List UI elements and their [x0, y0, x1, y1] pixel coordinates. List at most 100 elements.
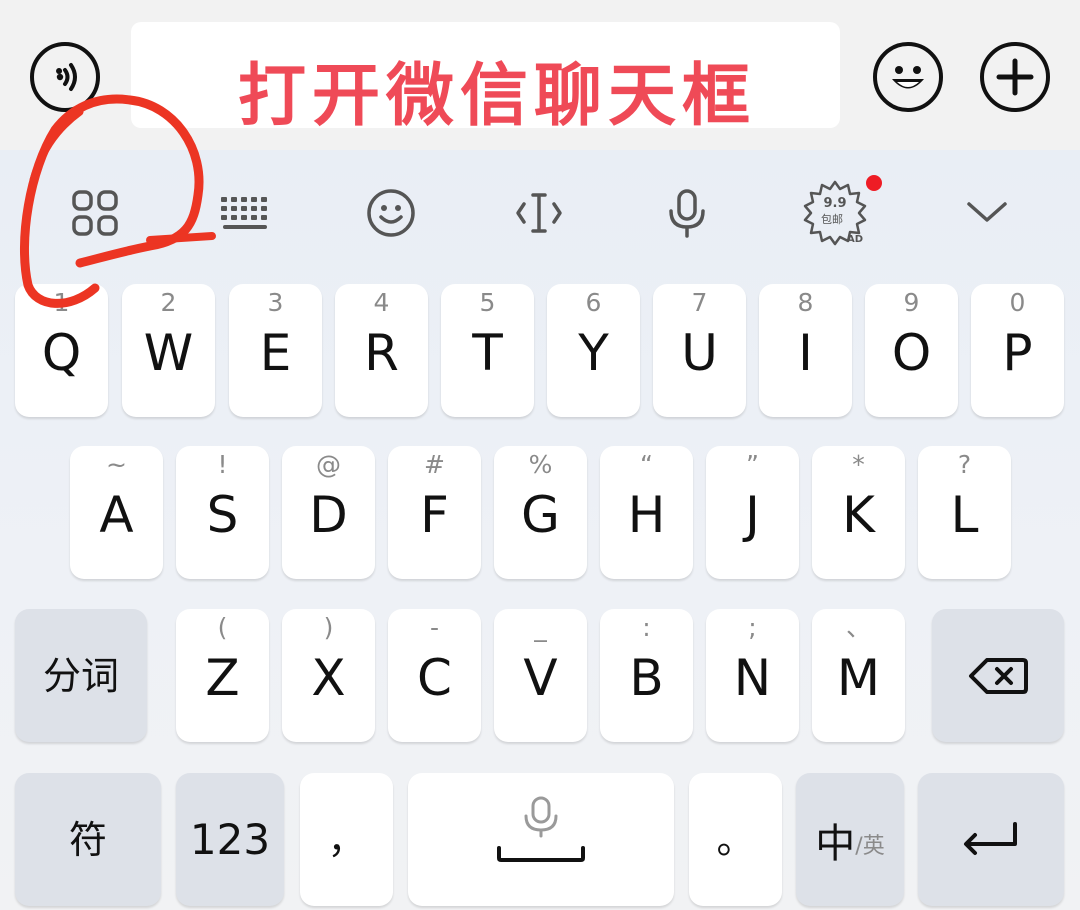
key-label: C — [417, 649, 452, 707]
key-label: G — [521, 486, 560, 544]
key-hint: 1 — [53, 288, 70, 317]
key-hint: 3 — [267, 288, 284, 317]
key-label: B — [629, 649, 664, 707]
key-label: Z — [205, 649, 240, 707]
key-hint: ; — [748, 613, 757, 642]
language-toggle-key[interactable]: 中/英 — [796, 773, 904, 906]
toolbar-emoji-button[interactable] — [356, 178, 426, 248]
comma-key-label: ， — [327, 817, 366, 862]
keyboard-icon — [221, 197, 267, 229]
key-hint: : — [642, 613, 651, 642]
space-bar-icon — [497, 796, 585, 862]
key-r[interactable]: 4 R — [335, 284, 428, 417]
enter-key[interactable] — [918, 773, 1064, 906]
symbols-key[interactable]: 符 — [15, 773, 161, 906]
key-label: Q — [41, 324, 82, 382]
key-hint: # — [424, 450, 445, 479]
text-cursor-icon — [516, 193, 562, 233]
backspace-key[interactable] — [932, 609, 1064, 742]
chat-input-bar: 打开微信聊天框 — [0, 0, 1080, 150]
toolbar-apps-button[interactable] — [60, 178, 130, 248]
key-e[interactable]: 3 E — [229, 284, 322, 417]
toolbar-voice-button[interactable] — [652, 178, 722, 248]
enter-key-content — [918, 773, 1064, 906]
key-p[interactable]: 0 P — [971, 284, 1064, 417]
key-c[interactable]: - C — [388, 609, 481, 742]
key-d[interactable]: @ D — [282, 446, 375, 579]
toolbar-cursor-button[interactable] — [504, 178, 574, 248]
key-label: H — [627, 486, 666, 544]
key-label: D — [309, 486, 348, 544]
key-z[interactable]: ( Z — [176, 609, 269, 742]
key-hint: _ — [534, 613, 547, 642]
key-label: F — [420, 486, 449, 544]
key-label: A — [99, 486, 134, 544]
key-hint: ” — [746, 450, 759, 479]
key-hint: ? — [957, 450, 972, 479]
notification-dot — [866, 175, 882, 191]
key-hint: 6 — [585, 288, 602, 317]
toolbar-collapse-button[interactable] — [952, 178, 1022, 248]
symbols-key-label: 符 — [68, 817, 107, 862]
key-hint: ) — [323, 613, 334, 642]
key-hint: @ — [316, 450, 341, 479]
key-v[interactable]: _ V — [494, 609, 587, 742]
key-u[interactable]: 7 U — [653, 284, 746, 417]
key-h[interactable]: “ H — [600, 446, 693, 579]
key-label: S — [206, 486, 239, 544]
key-hint: % — [528, 450, 553, 479]
toolbar-keyboard-button[interactable] — [208, 178, 278, 248]
key-l[interactable]: ? L — [918, 446, 1011, 579]
key-s[interactable]: ! S — [176, 446, 269, 579]
ad-badge-label: AD — [847, 234, 863, 245]
key-n[interactable]: ; N — [706, 609, 799, 742]
key-hint: “ — [640, 450, 653, 479]
key-hint: 9 — [903, 288, 920, 317]
microphone-icon — [669, 189, 705, 238]
period-key[interactable]: 。 — [689, 773, 782, 906]
key-label: U — [681, 324, 718, 382]
key-label: J — [745, 486, 760, 544]
segment-key[interactable]: 分词 — [15, 609, 147, 742]
toolbar-ad-button[interactable]: 9.9 包邮 AD — [800, 178, 870, 248]
key-i[interactable]: 8 I — [759, 284, 852, 417]
language-secondary: /英 — [855, 833, 885, 859]
numbers-key[interactable]: 123 — [176, 773, 284, 906]
key-label: P — [1002, 324, 1033, 382]
key-f[interactable]: # F — [388, 446, 481, 579]
key-a[interactable]: ~ A — [70, 446, 163, 579]
ad-badge-text: 包邮 — [821, 213, 843, 226]
key-hint: 7 — [691, 288, 708, 317]
voice-toggle-button[interactable] — [30, 42, 100, 112]
key-g[interactable]: % G — [494, 446, 587, 579]
ad-badge-price: 9.9 — [823, 196, 846, 211]
key-hint: ~ — [106, 450, 127, 479]
collapse-chevron-icon — [967, 202, 1007, 222]
annotation-caption: 打开微信聊天框 — [238, 57, 757, 136]
key-label: N — [733, 649, 772, 707]
key-x[interactable]: ) X — [282, 609, 375, 742]
language-toggle-content: 中/英 — [796, 773, 904, 906]
space-key[interactable] — [408, 773, 674, 906]
key-t[interactable]: 5 T — [441, 284, 534, 417]
key-y[interactable]: 6 Y — [547, 284, 640, 417]
key-j[interactable]: ” J — [706, 446, 799, 579]
backspace-key-content — [932, 609, 1064, 742]
key-o[interactable]: 9 O — [865, 284, 958, 417]
key-label: O — [891, 324, 932, 382]
screen: 打开微信聊天框 9.9 包邮 AD 1 Q 2 W 3 E 4 R 5 T 6 … — [0, 0, 1080, 910]
key-k[interactable]: * K — [812, 446, 905, 579]
space-key-content — [408, 773, 674, 906]
key-w[interactable]: 2 W — [122, 284, 215, 417]
plus-button[interactable] — [980, 42, 1050, 112]
emoji-button[interactable] — [873, 42, 943, 112]
key-label: Y — [578, 324, 609, 382]
key-q[interactable]: 1 Q — [15, 284, 108, 417]
comma-key[interactable]: ， — [300, 773, 393, 906]
key-m[interactable]: 、 M — [812, 609, 905, 742]
key-hint: * — [852, 450, 865, 479]
language-primary: 中 — [815, 820, 856, 867]
key-b[interactable]: : B — [600, 609, 693, 742]
enter-icon — [964, 821, 1017, 855]
key-label: M — [836, 649, 881, 707]
